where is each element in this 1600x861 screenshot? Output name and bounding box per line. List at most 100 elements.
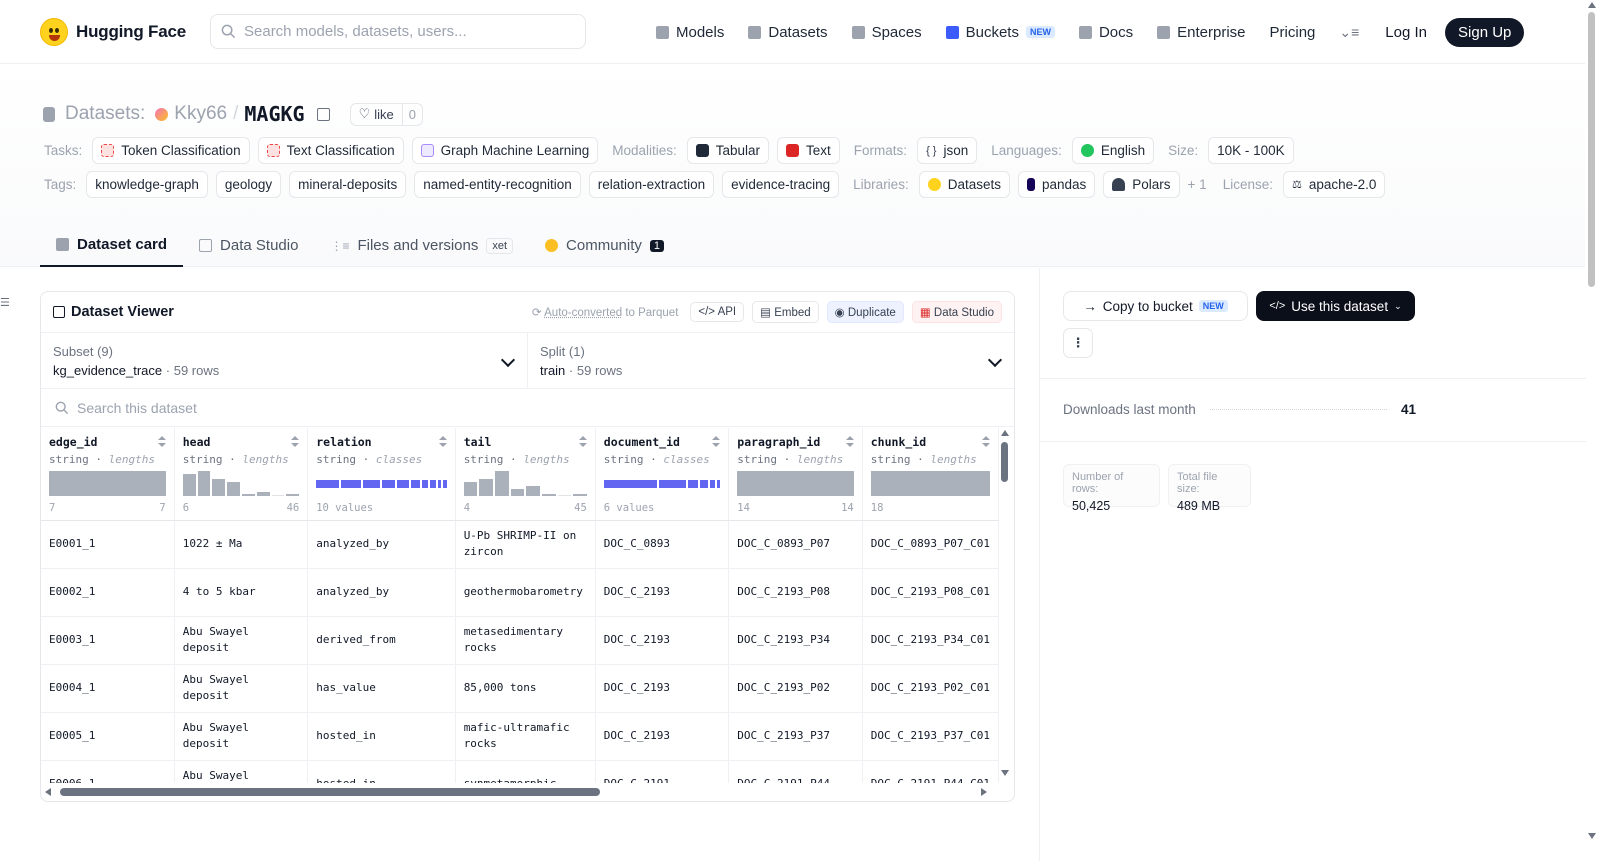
more-options-button[interactable]: ⋮ (1063, 328, 1093, 358)
tag-tabular[interactable]: Tabular (686, 137, 770, 164)
tag-mineral-deposits[interactable]: mineral-deposits (289, 171, 407, 198)
table-cell-tail[interactable]: mafic-ultramafic rocks (455, 712, 596, 761)
table-cell-document-id[interactable]: DOC_C_2193 (595, 712, 730, 761)
table-horizontal-scrollbar[interactable] (45, 787, 997, 797)
nav-docs[interactable]: Docs (1078, 24, 1133, 41)
dataset-name[interactable]: MAGKG (244, 102, 304, 126)
api-button[interactable]: </> API (690, 302, 745, 322)
table-cell-relation[interactable]: derived_from (307, 616, 456, 665)
page-scrollbar[interactable] (1587, 0, 1597, 861)
table-vertical-scrollbar[interactable] (1000, 428, 1010, 776)
tag-english[interactable]: English (1071, 137, 1155, 164)
tab-community[interactable]: Community 1 (529, 224, 680, 267)
copy-icon[interactable] (316, 107, 330, 121)
libraries-more[interactable]: + 1 (1188, 177, 1207, 192)
table-cell-edge-id[interactable]: E0004_1 (41, 664, 175, 713)
table-cell-relation[interactable]: analyzed_by (307, 520, 456, 569)
table-cell-edge-id[interactable]: E0001_1 (41, 520, 175, 569)
brand[interactable]: Hugging Face (40, 17, 186, 46)
tag-lib-pandas[interactable]: pandas (1017, 171, 1096, 198)
tag-size[interactable]: 10K - 100K (1208, 137, 1294, 164)
tag-evidence-tracing[interactable]: evidence-tracing (722, 171, 840, 198)
dataset-search-placeholder[interactable]: Search this dataset (77, 400, 197, 416)
table-cell-document-id[interactable]: DOC_C_2193 (595, 616, 730, 665)
table-cell-tail[interactable]: geothermobarometry (455, 568, 596, 617)
sidebar-toggle-icon[interactable]: ☰ (0, 296, 10, 309)
table-cell-paragraph-id[interactable]: DOC_C_2193_P08 (728, 568, 863, 617)
duplicate-button[interactable]: ◉ Duplicate (826, 301, 904, 323)
table-cell-chunk-id[interactable]: DOC_C_0893_P07_C01 (862, 520, 999, 569)
table-cell-tail[interactable]: U-Pb SHRIMP-II on zircon (455, 520, 596, 569)
tag-json[interactable]: { } json (917, 137, 978, 164)
table-cell-document-id[interactable]: DOC_C_2191 (595, 760, 730, 783)
dataset-search[interactable]: Search this dataset (41, 389, 1014, 427)
table-cell-paragraph-id[interactable]: DOC_C_2191_P44 (728, 760, 863, 783)
table-cell-tail[interactable]: metasedimentary rocks (455, 616, 596, 665)
column-header-relation[interactable]: relation string · classes 10 values (307, 428, 456, 521)
column-header-tail[interactable]: tail string · lengths 4 45 (455, 428, 596, 521)
sort-icon[interactable] (291, 436, 300, 448)
owner-link[interactable]: Kky66 (174, 103, 227, 125)
table-cell-edge-id[interactable]: E0005_1 (41, 712, 175, 761)
table-cell-document-id[interactable]: DOC_C_2193 (595, 568, 730, 617)
table-row[interactable]: E0002_1 4 to 5 kbar analyzed_by geothermoba… (41, 568, 999, 617)
table-cell-relation[interactable]: has_value (307, 664, 456, 713)
table-cell-head[interactable]: Abu Swayel deposit (174, 712, 309, 761)
global-search[interactable] (210, 14, 586, 49)
owner-avatar[interactable] (155, 107, 169, 121)
table-row[interactable]: E0006_1Abu Swayel deposithosted_insynmet… (41, 760, 999, 783)
table-cell-edge-id[interactable]: E0003_1 (41, 616, 175, 665)
table-cell-head[interactable]: Abu Swayel deposit (174, 760, 309, 783)
table-row[interactable]: E0001_1 1022 ± Ma analyzed_by U-Pb SHRIMP-I… (41, 520, 999, 569)
table-cell-tail[interactable]: synmetamorphic (455, 760, 596, 783)
table-cell-head[interactable]: Abu Swayel deposit (174, 664, 309, 713)
subset-select[interactable]: Subset (9) kg_evidence_trace · 59 rows (41, 333, 527, 388)
data-studio-button[interactable]: ▦ Data Studio (911, 301, 1002, 323)
nav-enterprise[interactable]: Enterprise (1157, 24, 1246, 41)
tag-relation-extraction[interactable]: relation-extraction (588, 171, 715, 198)
table-cell-paragraph-id[interactable]: DOC_C_2193_P37 (728, 712, 863, 761)
table-cell-chunk-id[interactable]: DOC_C_2193_P02_C01 (862, 664, 999, 713)
column-header-edge-id[interactable]: edge_id string · lengths 7 7 (41, 428, 175, 521)
table-row[interactable]: E0004_1 Abu Swayel deposit has_value 85,000… (41, 664, 999, 713)
tag-text[interactable]: Text (777, 137, 840, 164)
table-cell-relation[interactable]: hosted_in (307, 712, 456, 761)
table-row[interactable]: E0003_1 Abu Swayel deposit derived_from met… (41, 616, 999, 665)
tab-dataset-card[interactable]: Dataset card (40, 224, 184, 267)
tag-token-classification[interactable]: Token Classification (92, 137, 250, 164)
signup-button[interactable]: Sign Up (1445, 17, 1525, 47)
table-cell-head[interactable]: 1022 ± Ma (174, 520, 309, 569)
nav-pricing[interactable]: Pricing (1270, 24, 1316, 41)
table-cell-chunk-id[interactable]: DOC_C_2191_P44_C01 (862, 760, 999, 783)
use-dataset-button[interactable]: </> Use this dataset ⌄ (1256, 291, 1415, 321)
nav-datasets[interactable]: Datasets (748, 24, 828, 41)
login-link[interactable]: Log In (1385, 24, 1427, 41)
global-search-input[interactable] (244, 23, 564, 40)
table-cell-tail[interactable]: 85,000 tons (455, 664, 596, 713)
nav-models[interactable]: Models (656, 24, 724, 41)
tag-knowledge-graph[interactable]: knowledge-graph (86, 171, 208, 198)
sort-icon[interactable] (845, 436, 854, 448)
table-cell-chunk-id[interactable]: DOC_C_2193_P08_C01 (862, 568, 999, 617)
sort-icon[interactable] (438, 436, 447, 448)
tag-graph-ml[interactable]: Graph Machine Learning (411, 137, 599, 164)
table-cell-document-id[interactable]: DOC_C_0893 (595, 520, 730, 569)
table-cell-document-id[interactable]: DOC_C_2193 (595, 664, 730, 713)
tag-ner[interactable]: named-entity-recognition (414, 171, 581, 198)
column-header-head[interactable]: head string · lengths 6 46 (174, 428, 309, 521)
table-cell-relation[interactable]: hosted_in (307, 760, 456, 783)
table-cell-paragraph-id[interactable]: DOC_C_2193_P02 (728, 664, 863, 713)
table-cell-head[interactable]: 4 to 5 kbar (174, 568, 309, 617)
sort-icon[interactable] (578, 436, 587, 448)
sort-icon[interactable] (712, 436, 721, 448)
table-cell-edge-id[interactable]: E0002_1 (41, 568, 175, 617)
table-cell-chunk-id[interactable]: DOC_C_2193_P37_C01 (862, 712, 999, 761)
table-row[interactable]: E0005_1 Abu Swayel deposit hosted_in mafic-… (41, 712, 999, 761)
table-cell-edge-id[interactable]: E0006_1 (41, 760, 175, 783)
sort-icon[interactable] (982, 436, 990, 448)
nav-spaces[interactable]: Spaces (851, 24, 922, 41)
split-select[interactable]: Split (1) train · 59 rows (527, 333, 1014, 388)
tab-files[interactable]: ⋮≡ Files and versions xet (314, 224, 529, 267)
copy-to-bucket-button[interactable]: → Copy to bucket NEW (1063, 291, 1248, 321)
more-menu-icon[interactable]: ⌄≡ (1339, 24, 1359, 41)
